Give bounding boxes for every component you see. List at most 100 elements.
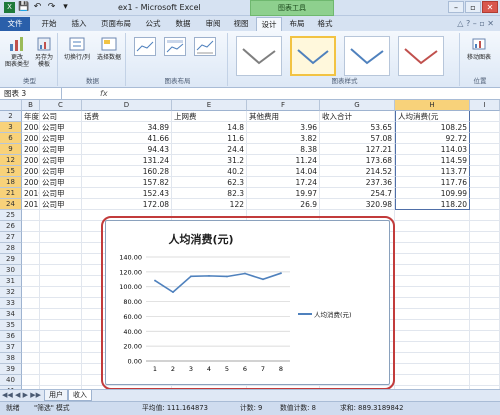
row-header[interactable]: 38 [0, 353, 22, 364]
table-cell[interactable] [470, 254, 500, 265]
close-button[interactable]: ✕ [482, 1, 498, 13]
table-cell[interactable] [470, 166, 500, 177]
sheet-nav-arrows[interactable]: ◀◀ ◀ ▶ ▶▶ [2, 391, 41, 399]
row-header[interactable]: 35 [0, 320, 22, 331]
data-point[interactable] [190, 275, 192, 278]
minimize-button[interactable]: – [448, 1, 464, 13]
table-cell[interactable]: 公司甲 [40, 144, 82, 155]
table-cell[interactable]: 122 [172, 199, 247, 210]
table-cell[interactable] [40, 331, 82, 342]
table-cell[interactable] [22, 232, 40, 243]
table-header-cell[interactable]: 上网费 [172, 111, 247, 122]
table-cell[interactable]: 320.98 [320, 199, 395, 210]
table-cell[interactable]: 公司甲 [40, 177, 82, 188]
table-cell[interactable] [395, 331, 470, 342]
column-header-b[interactable]: B [22, 100, 40, 111]
column-header-h[interactable]: H [395, 100, 470, 111]
table-cell[interactable] [40, 265, 82, 276]
table-cell[interactable]: 127.21 [320, 144, 395, 155]
row-header[interactable]: 31 [0, 276, 22, 287]
table-cell[interactable] [40, 309, 82, 320]
table-cell[interactable] [395, 309, 470, 320]
table-cell[interactable] [470, 309, 500, 320]
table-cell[interactable]: 172.08 [82, 199, 172, 210]
change-chart-type-button[interactable]: 更改 图表类型 [4, 36, 30, 68]
redo-icon[interactable]: ↷ [46, 2, 57, 13]
table-cell[interactable]: 14.04 [247, 166, 320, 177]
table-cell[interactable] [470, 265, 500, 276]
chart-style-3[interactable] [344, 36, 390, 76]
tab-formulas[interactable]: 公式 [140, 17, 166, 31]
table-cell[interactable]: 2011 [22, 199, 40, 210]
table-cell[interactable] [395, 221, 470, 232]
row-header[interactable]: 27 [0, 232, 22, 243]
table-cell[interactable] [470, 243, 500, 254]
table-cell[interactable] [470, 298, 500, 309]
save-icon[interactable]: 💾 [18, 2, 29, 13]
table-cell[interactable]: 82.3 [172, 188, 247, 199]
table-cell[interactable] [40, 221, 82, 232]
sheet-tab-income[interactable]: 收入 [68, 390, 92, 401]
table-header-cell[interactable]: 收入合计 [320, 111, 395, 122]
table-cell[interactable]: 108.25 [395, 122, 470, 133]
table-cell[interactable]: 2006 [22, 144, 40, 155]
fx-icon[interactable]: fx [100, 88, 108, 100]
tab-data[interactable]: 数据 [170, 17, 196, 31]
table-cell[interactable]: 2008 [22, 166, 40, 177]
table-cell[interactable]: 173.68 [320, 155, 395, 166]
table-cell[interactable] [40, 298, 82, 309]
table-cell[interactable] [395, 276, 470, 287]
table-cell[interactable]: 2007 [22, 155, 40, 166]
table-cell[interactable]: 214.52 [320, 166, 395, 177]
table-cell[interactable]: 26.9 [247, 199, 320, 210]
move-chart-button[interactable]: 移动图表 [466, 36, 492, 61]
table-cell[interactable]: 11.6 [172, 133, 247, 144]
tab-design[interactable]: 设计 [256, 17, 282, 31]
table-cell[interactable]: 公司甲 [40, 133, 82, 144]
row-header[interactable]: 40 [0, 375, 22, 386]
tab-home[interactable]: 开始 [36, 17, 62, 31]
table-cell[interactable]: 2004 [22, 122, 40, 133]
table-cell[interactable] [40, 210, 82, 221]
tab-review[interactable]: 审阅 [200, 17, 226, 31]
table-cell[interactable] [22, 265, 40, 276]
table-cell[interactable] [22, 287, 40, 298]
table-cell[interactable]: 62.3 [172, 177, 247, 188]
table-cell[interactable] [22, 364, 40, 375]
table-cell[interactable] [395, 254, 470, 265]
help-icon[interactable]: △ ? – ▫ ✕ [457, 19, 494, 28]
table-header-cell[interactable]: 人均消费(元 [395, 111, 470, 122]
table-cell[interactable] [22, 331, 40, 342]
table-header-cell[interactable]: 话费 [82, 111, 172, 122]
table-cell[interactable]: 114.03 [395, 144, 470, 155]
table-cell[interactable] [22, 353, 40, 364]
chart-style-4[interactable] [398, 36, 444, 76]
row-header[interactable]: 37 [0, 342, 22, 353]
table-cell[interactable]: 117.76 [395, 177, 470, 188]
table-cell[interactable]: 237.36 [320, 177, 395, 188]
table-cell[interactable] [470, 276, 500, 287]
data-point[interactable] [172, 291, 174, 294]
row-header[interactable]: 6 [0, 133, 22, 144]
column-header-g[interactable]: G [320, 100, 395, 111]
table-cell[interactable] [22, 320, 40, 331]
table-cell[interactable]: 公司甲 [40, 122, 82, 133]
table-cell[interactable] [40, 276, 82, 287]
table-cell[interactable]: 24.4 [172, 144, 247, 155]
table-cell[interactable] [22, 221, 40, 232]
table-cell[interactable]: 2010 [22, 188, 40, 199]
table-cell[interactable] [470, 353, 500, 364]
table-cell[interactable] [395, 265, 470, 276]
layout-option-2[interactable] [164, 37, 186, 56]
row-header[interactable]: 24 [0, 199, 22, 210]
table-cell[interactable]: 92.72 [395, 133, 470, 144]
table-cell[interactable] [470, 320, 500, 331]
table-cell[interactable]: 31.2 [172, 155, 247, 166]
tab-view[interactable]: 视图 [228, 17, 254, 31]
table-cell[interactable]: 公司甲 [40, 188, 82, 199]
table-cell[interactable] [22, 309, 40, 320]
table-cell[interactable] [395, 243, 470, 254]
row-header[interactable]: 28 [0, 243, 22, 254]
table-cell[interactable] [40, 364, 82, 375]
table-cell[interactable]: 157.82 [82, 177, 172, 188]
